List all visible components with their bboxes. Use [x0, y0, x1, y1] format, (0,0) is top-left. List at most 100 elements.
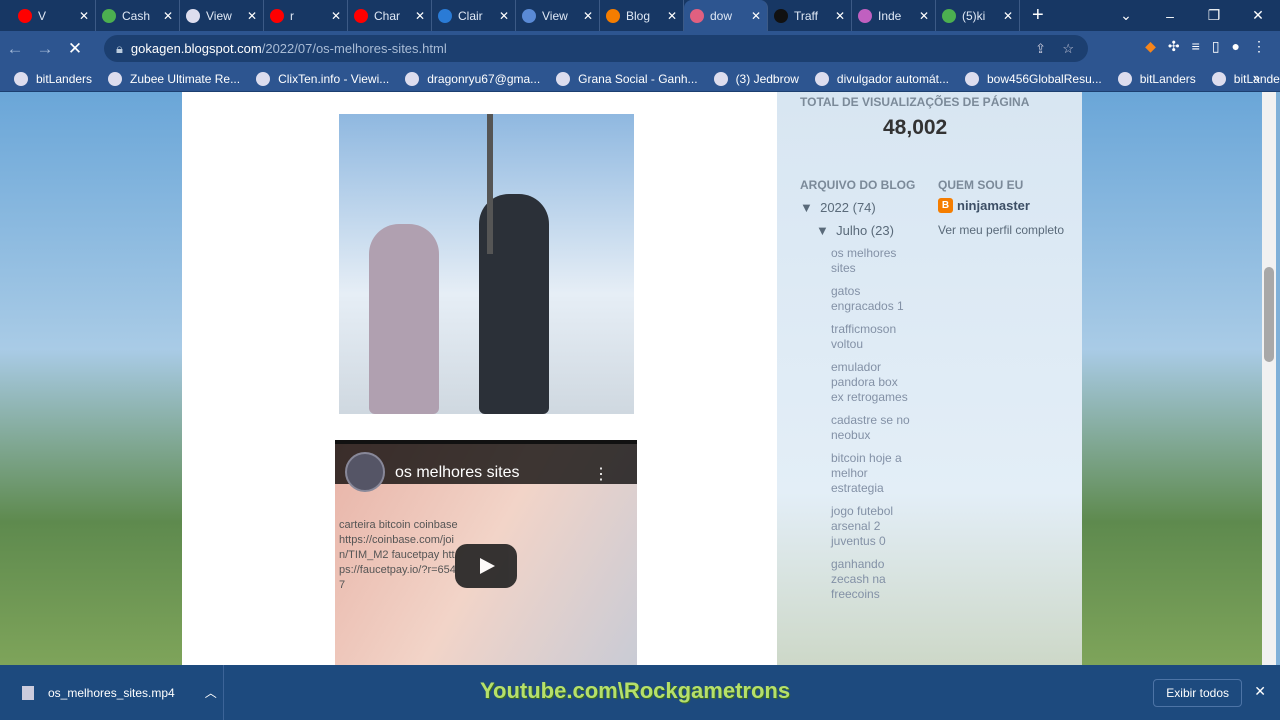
minimize-button[interactable]: –: [1148, 8, 1192, 24]
bookmark-item[interactable]: Zubee Ultimate Re...: [108, 71, 240, 86]
extensions-icon[interactable]: ✣: [1168, 38, 1180, 55]
close-tab-icon[interactable]: ✕: [79, 9, 89, 23]
archive-month[interactable]: ▼ Julho (23): [816, 223, 920, 238]
post-image: [339, 114, 634, 414]
youtube-embed[interactable]: os melhores sites ⋮ carteira bitcoin coi…: [335, 440, 637, 665]
tab[interactable]: Traff ✕: [768, 0, 852, 31]
tab-title: Char: [374, 8, 401, 23]
tab[interactable]: Cash ✕: [96, 0, 180, 31]
download-item[interactable]: os_melhores_sites.mp4 ︿: [0, 665, 224, 720]
tab-title: r: [290, 8, 294, 23]
close-window-button[interactable]: ✕: [1236, 7, 1280, 24]
tab[interactable]: View ✕: [180, 0, 264, 31]
video-description: carteira bitcoin coinbase https://coinba…: [339, 519, 458, 591]
close-tab-icon[interactable]: ✕: [919, 9, 929, 23]
archive-post-link[interactable]: cadastre se no neobux: [831, 413, 911, 443]
menu-icon[interactable]: ⋮: [1252, 38, 1266, 55]
archive-month-label: Julho (23): [836, 223, 894, 238]
close-tab-icon[interactable]: ✕: [667, 9, 677, 23]
share-icon[interactable]: ⇪: [1035, 41, 1046, 57]
bookmark-label: dragonryu67@gma...: [427, 71, 541, 86]
channel-avatar[interactable]: [345, 452, 385, 492]
bookmark-favicon-icon: [965, 71, 979, 86]
bookmark-item[interactable]: bow456GlobalResu...: [965, 71, 1102, 86]
archive-post-link[interactable]: os melhores sites: [831, 246, 911, 276]
show-all-button[interactable]: Exibir todos: [1153, 679, 1242, 707]
bookmark-item[interactable]: bitLanders: [14, 71, 92, 86]
archive-post-link[interactable]: bitcoin hoje a melhor estrategia: [831, 451, 911, 496]
close-tab-icon[interactable]: ✕: [835, 9, 845, 23]
bookmark-favicon-icon: [1117, 71, 1132, 86]
bookmark-item[interactable]: (3) Jedbrow: [713, 71, 799, 86]
archive-post-link[interactable]: jogo futebol arsenal 2 juventus 0: [831, 504, 911, 549]
tab-favicon-icon: [690, 8, 704, 23]
forward-button[interactable]: →: [30, 39, 60, 59]
tab[interactable]: r ✕: [264, 0, 348, 31]
video-title[interactable]: os melhores sites: [395, 464, 520, 482]
more-bookmarks-icon[interactable]: »: [1253, 70, 1260, 85]
tab-search-icon[interactable]: ⌄: [1104, 7, 1148, 24]
sidebar: TOTAL DE VISUALIZAÇÕES DE PÁGINA 48,002 …: [777, 92, 1082, 665]
profile-name-link[interactable]: ninjamaster: [957, 198, 1030, 213]
play-button[interactable]: [455, 544, 517, 588]
tab[interactable]: Blog ✕: [600, 0, 684, 31]
post-content: os melhores sites ⋮ carteira bitcoin coi…: [182, 92, 777, 665]
star-icon[interactable]: ☆: [1062, 41, 1074, 57]
bookmark-item[interactable]: bitLanders: [1117, 71, 1196, 86]
bookmark-item[interactable]: divulgador automát...: [814, 71, 949, 86]
close-tab-icon[interactable]: ✕: [331, 9, 341, 23]
tab[interactable]: dow ✕: [684, 0, 768, 31]
reading-list-icon[interactable]: ≡: [1192, 38, 1200, 55]
tab[interactable]: Inde ✕: [852, 0, 936, 31]
tab-favicon-icon: [438, 8, 452, 23]
bookmark-label: divulgador automát...: [836, 71, 949, 86]
archive-post-link[interactable]: gatos engracados 1: [831, 284, 911, 314]
tab[interactable]: View ✕: [516, 0, 600, 31]
side-panel-icon[interactable]: ▯: [1212, 38, 1220, 55]
bookmark-item[interactable]: bitLanders: [1211, 71, 1280, 86]
address-bar[interactable]: 🔒︎ gokagen.blogspot.com/2022/07/os-melho…: [104, 35, 1088, 62]
new-tab-button[interactable]: +: [1032, 4, 1044, 27]
back-button[interactable]: ←: [0, 39, 30, 59]
tab[interactable]: Char ✕: [348, 0, 432, 31]
profile-avatar[interactable]: ●: [1232, 38, 1240, 55]
tab-favicon-icon: [18, 8, 32, 23]
tab[interactable]: V ✕: [12, 0, 96, 31]
bookmark-favicon-icon: [713, 71, 728, 86]
tab-title: View: [542, 8, 568, 23]
lock-icon: 🔒︎: [116, 40, 123, 56]
close-tab-icon[interactable]: ✕: [499, 9, 509, 23]
bookmark-item[interactable]: Grana Social - Ganh...: [556, 71, 698, 86]
chevron-up-icon[interactable]: ︿: [205, 684, 217, 701]
archive-post-link[interactable]: ganhando zecash na freecoins: [831, 557, 911, 602]
bookmark-favicon-icon: [556, 71, 571, 86]
bookmark-favicon-icon: [14, 71, 28, 86]
close-tab-icon[interactable]: ✕: [415, 9, 425, 23]
archive-year[interactable]: ▼ 2022 (74): [800, 200, 920, 215]
metamask-icon[interactable]: ◆: [1145, 38, 1156, 55]
tab-favicon-icon: [606, 8, 620, 23]
stop-loading-button[interactable]: ✕: [60, 39, 90, 59]
view-profile-link[interactable]: Ver meu perfil completo: [938, 221, 1068, 239]
close-tab-icon[interactable]: ✕: [247, 9, 257, 23]
restore-button[interactable]: ❐: [1192, 7, 1236, 24]
archive-post-link[interactable]: emulador pandora box ex retrogames: [831, 360, 911, 405]
pageviews-heading: TOTAL DE VISUALIZAÇÕES DE PÁGINA: [800, 95, 1030, 109]
tab[interactable]: Clair ✕: [432, 0, 516, 31]
tab-title: (5)ki: [962, 8, 986, 23]
bookmark-item[interactable]: dragonryu67@gma...: [405, 71, 541, 86]
tab-title: View: [206, 8, 232, 23]
archive-post-link[interactable]: trafficmoson voltou: [831, 322, 911, 352]
tab-title: dow: [710, 8, 733, 23]
video-menu-icon[interactable]: ⋮: [593, 464, 609, 484]
close-tab-icon[interactable]: ✕: [751, 9, 761, 23]
close-download-bar-icon[interactable]: ✕: [1254, 683, 1266, 700]
close-tab-icon[interactable]: ✕: [583, 9, 593, 23]
scrollbar-thumb[interactable]: [1264, 267, 1274, 362]
archive-heading: ARQUIVO DO BLOG: [800, 178, 916, 192]
bookmark-item[interactable]: ClixTen.info - Viewi...: [256, 71, 389, 86]
close-tab-icon[interactable]: ✕: [163, 9, 173, 23]
tab[interactable]: (5)ki ✕: [936, 0, 1020, 31]
close-tab-icon[interactable]: ✕: [1003, 9, 1013, 23]
scrollbar[interactable]: [1262, 92, 1276, 665]
